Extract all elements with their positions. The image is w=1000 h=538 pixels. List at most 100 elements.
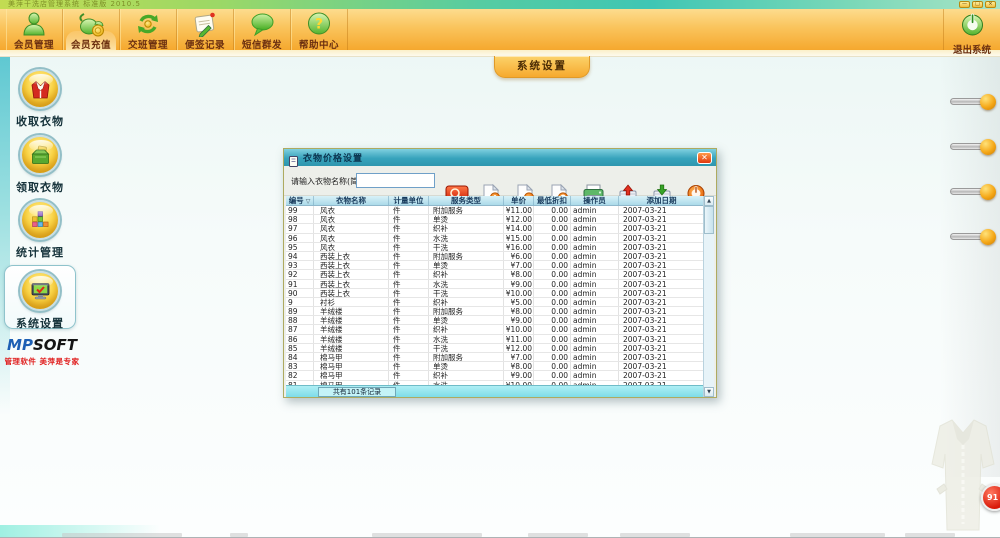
cell-unit-price: ¥9.00 — [504, 316, 534, 324]
table-row[interactable]: 92 西装上衣 件 织补 ¥8.00 0.00 admin 2007-03-21 — [286, 270, 705, 279]
cell-add-date: 2007-03-21 — [619, 325, 705, 333]
cell-min-discount: 0.00 — [534, 280, 571, 288]
cell-clothing-name: 衬衫 — [314, 298, 389, 306]
column-header: 编号 — [289, 196, 304, 205]
table-row[interactable]: 95 风衣 件 干洗 ¥16.00 0.00 admin 2007-03-21 — [286, 243, 705, 252]
cell-min-discount: 0.00 — [534, 270, 571, 278]
toolbar-shift-button[interactable]: 交班管理 — [120, 9, 177, 50]
cell-add-date: 2007-03-21 — [619, 298, 705, 306]
table-row[interactable]: 82 棉马甲 件 织补 ¥9.00 0.00 admin 2007-03-21 — [286, 371, 705, 380]
minimize-button[interactable]: — — [959, 1, 970, 8]
window-titlebar: 美萍干洗店管理系统 标准版 2010.5 — □ × — [0, 0, 1000, 9]
cell-operator: admin — [571, 289, 619, 297]
column-header: 最低折扣 — [534, 196, 571, 205]
toolbar-help-button[interactable]: ? 帮助中心 — [291, 9, 348, 50]
dialog-titlebar[interactable]: 衣物价格设置 ✕ — [284, 149, 716, 166]
cell-operator: admin — [571, 307, 619, 315]
cell-unit: 件 — [389, 344, 429, 352]
cell-min-discount: 0.00 — [534, 215, 571, 223]
column-header: 计量单位 — [389, 196, 429, 205]
cell-operator: admin — [571, 335, 619, 343]
cell-unit-price: ¥12.00 — [504, 215, 534, 223]
table-row[interactable]: 88 羊绒褛 件 单烫 ¥9.00 0.00 admin 2007-03-21 — [286, 316, 705, 325]
cell-unit-price: ¥10.00 — [504, 289, 534, 297]
cell-clothing-name: 羊绒褛 — [314, 307, 389, 315]
table-row[interactable]: 91 西装上衣 件 水洗 ¥9.00 0.00 admin 2007-03-21 — [286, 280, 705, 289]
cell-unit-price: ¥15.00 — [504, 234, 534, 242]
table-row[interactable]: 90 西装上衣 件 干洗 ¥10.00 0.00 admin 2007-03-2… — [286, 289, 705, 298]
shift-icon — [135, 11, 161, 37]
table-row[interactable]: 96 风衣 件 水洗 ¥15.00 0.00 admin 2007-03-21 — [286, 234, 705, 243]
toolbar-recharge-button[interactable]: 会员充值 — [63, 9, 120, 50]
table-row[interactable]: 97 风衣 件 织补 ¥14.00 0.00 admin 2007-03-21 — [286, 224, 705, 233]
cell-unit: 件 — [389, 280, 429, 288]
exit-system-button[interactable]: 退出系统 — [943, 9, 1000, 50]
brand-logo: MPSOFT 管理软件 美萍是专家 — [0, 336, 84, 367]
cell-unit-price: ¥9.00 — [504, 280, 534, 288]
column-header: 操作员 — [571, 196, 619, 205]
dialog-close-button[interactable]: ✕ — [697, 152, 712, 164]
cell-add-date: 2007-03-21 — [619, 344, 705, 352]
cell-clothing-name: 羊绒褛 — [314, 344, 389, 352]
toolbar-notes-button[interactable]: 便签记录 — [177, 9, 234, 50]
brand-slogan: 管理软件 美萍是专家 — [0, 356, 84, 367]
cell-add-date: 2007-03-21 — [619, 307, 705, 315]
cell-add-date: 2007-03-21 — [619, 224, 705, 232]
scroll-down-icon[interactable]: ▼ — [704, 387, 714, 397]
cell-clothing-name: 风衣 — [314, 206, 389, 214]
table-row[interactable]: 84 棉马甲 件 附加服务 ¥7.00 0.00 admin 2007-03-2… — [286, 353, 705, 362]
cell-id: 88 — [286, 316, 314, 324]
dialog-search-row: 请输入衣物名称(简码) 查询 添加 — [284, 166, 716, 196]
table-row[interactable]: 83 棉马甲 件 单烫 ¥8.00 0.00 admin 2007-03-21 — [286, 362, 705, 371]
cell-min-discount: 0.00 — [534, 298, 571, 306]
scrollbar-thumb[interactable] — [704, 206, 714, 234]
maximize-button[interactable]: □ — [972, 1, 983, 8]
cell-id: 9 — [286, 298, 314, 306]
cell-clothing-name: 棉马甲 — [314, 362, 389, 370]
monitor-icon — [20, 271, 60, 311]
record-count: 共有101条记录 — [318, 387, 396, 397]
recharge-icon — [78, 11, 105, 37]
tab-system-settings[interactable]: 系统设置 — [494, 56, 590, 78]
cell-operator: admin — [571, 325, 619, 333]
cell-service-type: 单烫 — [429, 362, 504, 370]
table-row[interactable]: 98 风衣 件 单烫 ¥12.00 0.00 admin 2007-03-21 — [286, 215, 705, 224]
sidebar-item-pickup-clothes[interactable]: 领取衣物 — [0, 135, 80, 195]
table-row[interactable]: 86 羊绒褛 件 水洗 ¥11.00 0.00 admin 2007-03-21 — [286, 335, 705, 344]
close-button[interactable]: × — [985, 1, 996, 8]
table-row[interactable]: 99 风衣 件 附加服务 ¥11.00 0.00 admin 2007-03-2… — [286, 206, 705, 215]
toolbar-member-button[interactable]: 会员管理 — [6, 9, 63, 50]
cell-service-type: 织补 — [429, 371, 504, 379]
table-row[interactable]: 87 羊绒褛 件 织补 ¥10.00 0.00 admin 2007-03-21 — [286, 325, 705, 334]
scroll-up-icon[interactable]: ▲ — [704, 196, 714, 206]
binder-ring — [950, 94, 998, 110]
table-row[interactable]: 85 羊绒褛 件 干洗 ¥12.00 0.00 admin 2007-03-21 — [286, 344, 705, 353]
cell-unit: 件 — [389, 298, 429, 306]
cell-operator: admin — [571, 298, 619, 306]
cell-unit: 件 — [389, 206, 429, 214]
sidebar-item-label: 系统设置 — [0, 315, 80, 331]
cell-unit-price: ¥14.00 — [504, 224, 534, 232]
table-row[interactable]: 94 西装上衣 件 附加服务 ¥6.00 0.00 admin 2007-03-… — [286, 252, 705, 261]
cell-id: 99 — [286, 206, 314, 214]
vertical-scrollbar[interactable]: ▲ ▼ — [703, 196, 714, 397]
sidebar-item-system-settings[interactable]: 系统设置 — [0, 271, 80, 331]
cell-id: 85 — [286, 344, 314, 352]
cell-operator: admin — [571, 362, 619, 370]
sidebar-item-statistics[interactable]: 统计管理 — [0, 200, 80, 260]
table-row[interactable]: 9 衬衫 件 织补 ¥5.00 0.00 admin 2007-03-21 — [286, 298, 705, 307]
cell-min-discount: 0.00 — [534, 252, 571, 260]
table-row[interactable]: 93 西装上衣 件 单烫 ¥7.00 0.00 admin 2007-03-21 — [286, 261, 705, 270]
dialog-title: 衣物价格设置 — [303, 151, 697, 164]
toolbar-sms-button[interactable]: 短信群发 — [234, 9, 291, 50]
cell-operator: admin — [571, 371, 619, 379]
clothing-name-input[interactable] — [356, 173, 435, 188]
cell-service-type: 附加服务 — [429, 307, 504, 315]
cell-service-type: 织补 — [429, 325, 504, 333]
cell-clothing-name: 风衣 — [314, 234, 389, 242]
sort-icon: ▽ — [306, 198, 311, 205]
table-header[interactable]: 编号▽ 衣物名称 计量单位 服务类型 单价 最低折扣 操作员 添加日期 — [286, 196, 705, 206]
cell-operator: admin — [571, 224, 619, 232]
table-row[interactable]: 89 羊绒褛 件 附加服务 ¥8.00 0.00 admin 2007-03-2… — [286, 307, 705, 316]
sidebar-item-receive-clothes[interactable]: 收取衣物 — [0, 69, 80, 129]
